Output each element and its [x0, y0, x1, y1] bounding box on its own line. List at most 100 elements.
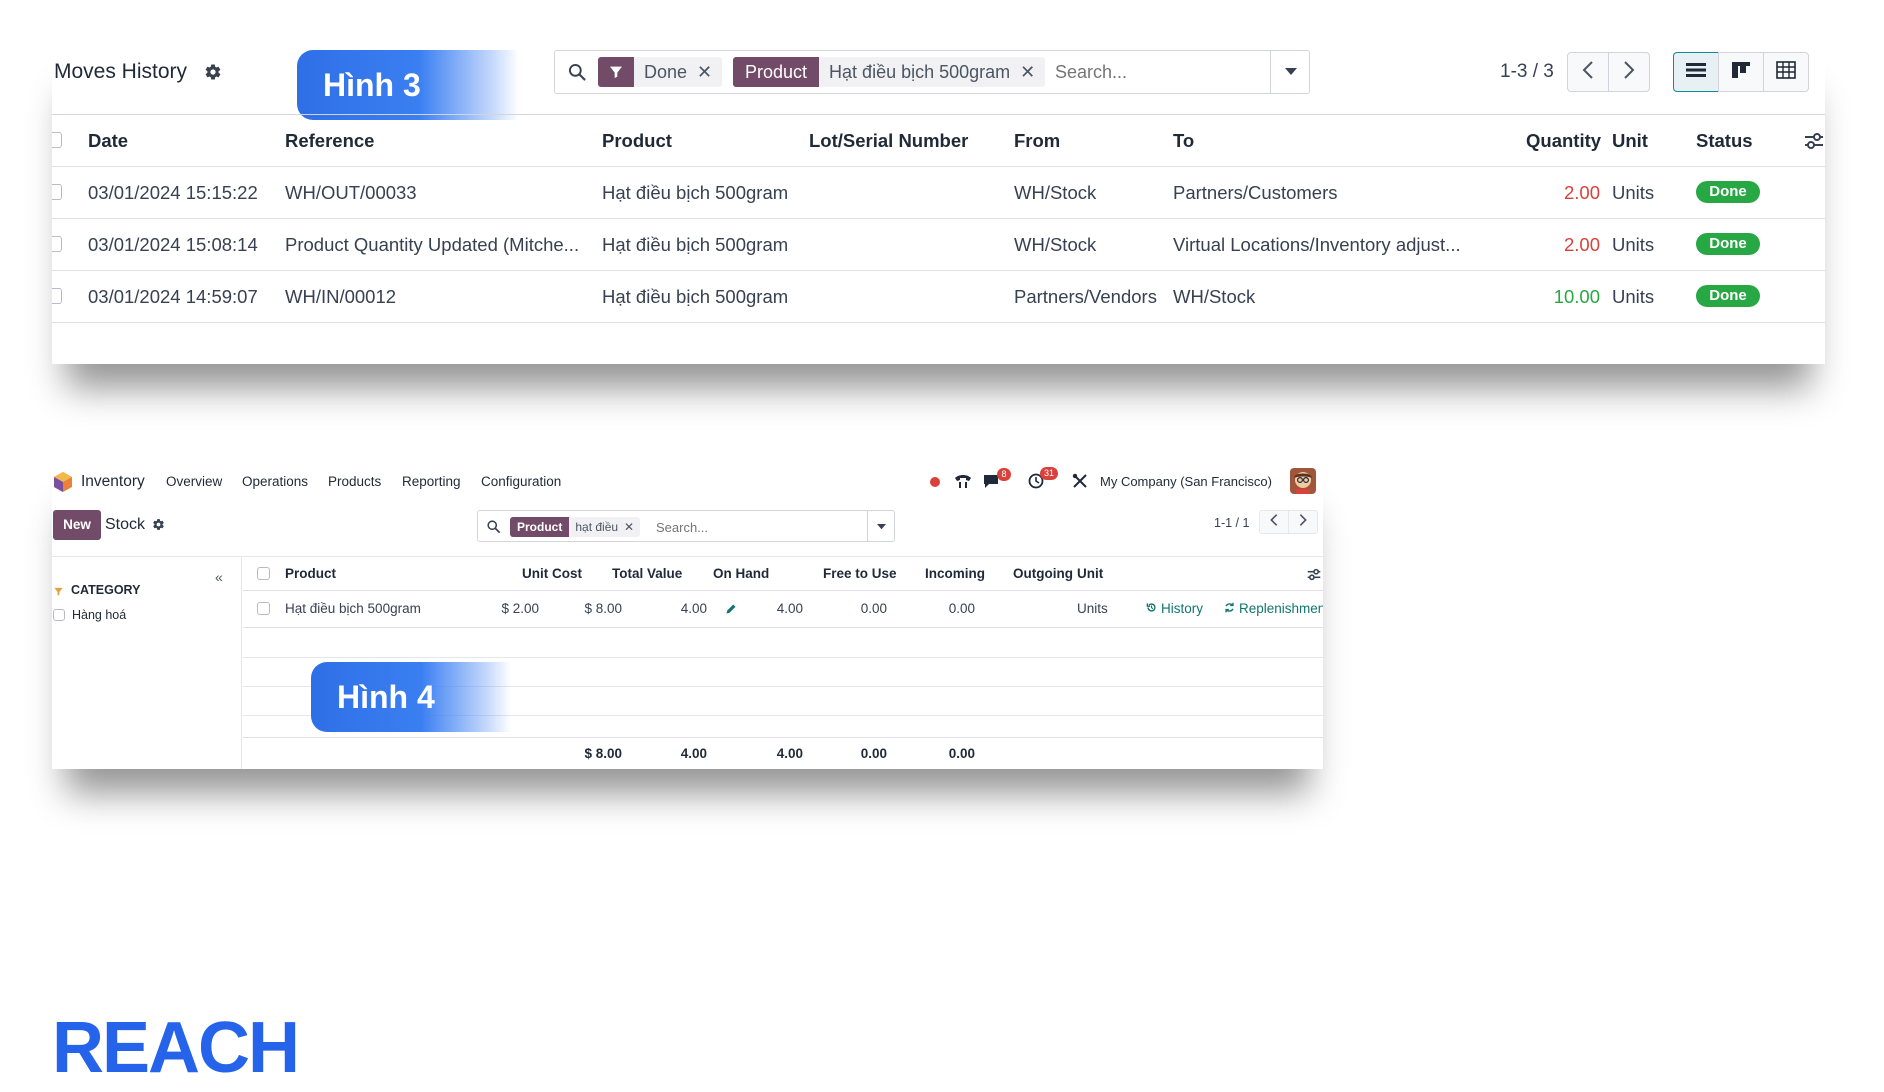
figure-badge: Hình 4: [311, 662, 511, 732]
menu-configuration[interactable]: Configuration: [481, 474, 561, 489]
status-badge: Done: [1696, 181, 1760, 203]
menu-operations[interactable]: Operations: [242, 474, 308, 489]
quantity-value: 2.00: [1563, 182, 1600, 203]
optional-columns-icon[interactable]: [1307, 568, 1321, 586]
category-label: CATEGORY: [71, 583, 141, 597]
column-header-unit[interactable]: Unit: [1077, 566, 1103, 581]
column-header-on-hand[interactable]: On Hand: [713, 566, 769, 581]
table-row[interactable]: Hạt điều bịch 500gram $ 2.00 $ 8.00 4.00…: [243, 591, 1323, 627]
category-panel: « CATEGORY Hàng hoá: [52, 557, 242, 769]
category-checkbox[interactable]: [53, 609, 65, 621]
column-header-status[interactable]: Status: [1696, 130, 1753, 152]
history-icon: [1146, 601, 1157, 616]
row-checkbox[interactable]: [52, 288, 62, 304]
incoming-sum: 0.00: [860, 746, 887, 761]
search-icon: [567, 62, 587, 87]
caret-down-icon: [1284, 63, 1297, 81]
filter-facet-product: Product Hạt điều bịch 500gram ✕: [733, 57, 1046, 87]
column-header-lot[interactable]: Lot/Serial Number: [809, 130, 968, 152]
row-checkbox[interactable]: [257, 602, 270, 615]
column-header-quantity[interactable]: Quantity: [1526, 130, 1601, 152]
category-item-hang-hoa[interactable]: Hàng hoá: [72, 608, 126, 622]
chevron-right-icon: [1623, 60, 1635, 84]
history-button[interactable]: History: [1146, 601, 1203, 616]
replenishment-button[interactable]: Replenishment: [1224, 601, 1323, 616]
chevron-left-icon: [1270, 513, 1278, 531]
pivot-view-button[interactable]: [1763, 52, 1809, 92]
filter-facet-done: Done ✕: [598, 57, 723, 87]
chevron-right-icon: [1299, 513, 1307, 531]
remove-filter-icon[interactable]: ✕: [624, 520, 640, 534]
column-header-to[interactable]: To: [1173, 130, 1194, 152]
chat-count-badge: 8: [997, 468, 1011, 481]
search-icon: [486, 519, 501, 539]
search-bar[interactable]: Product hạt điều ✕: [477, 510, 895, 542]
status-badge: Done: [1696, 233, 1760, 255]
select-all-checkbox[interactable]: [257, 567, 270, 580]
menu-overview[interactable]: Overview: [166, 474, 222, 489]
select-all-checkbox[interactable]: [52, 132, 62, 148]
page-title: Moves History: [54, 60, 188, 83]
outgoing-sum: 0.00: [948, 746, 975, 761]
figure-badge: Hình 3: [297, 50, 519, 120]
quantity-value: 10.00: [1553, 286, 1600, 307]
filter-facet-product: Product hạt điều ✕: [510, 517, 641, 537]
search-options-toggle[interactable]: [1270, 51, 1310, 93]
company-switcher[interactable]: My Company (San Francisco): [1100, 474, 1272, 489]
tools-icon[interactable]: [1072, 473, 1088, 494]
column-header-total-value[interactable]: Total Value: [612, 566, 682, 581]
row-checkbox[interactable]: [52, 236, 62, 252]
column-header-from[interactable]: From: [1014, 130, 1060, 152]
new-button[interactable]: New: [53, 510, 101, 540]
phone-icon[interactable]: [954, 472, 972, 495]
total-value-sum: $ 8.00: [584, 746, 622, 761]
pager-next-button[interactable]: [1288, 510, 1318, 534]
search-input[interactable]: [656, 517, 856, 537]
app-logo-icon[interactable]: [54, 472, 72, 497]
list-view-button[interactable]: [1673, 52, 1719, 92]
gear-icon[interactable]: [204, 63, 222, 86]
column-header-product[interactable]: Product: [285, 566, 336, 581]
search-input[interactable]: [1055, 59, 1265, 85]
row-checkbox[interactable]: [52, 184, 62, 200]
table-icon: [1776, 60, 1796, 84]
gear-icon[interactable]: [152, 518, 165, 536]
funnel-icon: [53, 584, 64, 602]
page-title: Stock: [105, 516, 146, 533]
column-header-free-to-use[interactable]: Free to Use: [823, 566, 897, 581]
activity-count-badge: 31: [1040, 467, 1058, 480]
quantity-value: 2.00: [1563, 234, 1600, 255]
avatar[interactable]: [1290, 468, 1316, 494]
pager-previous-button[interactable]: [1567, 52, 1609, 92]
optional-columns-icon[interactable]: [1804, 132, 1824, 155]
search-bar[interactable]: Done ✕ Product Hạt điều bịch 500gram ✕: [554, 50, 1310, 94]
column-header-outgoing[interactable]: Outgoing: [1013, 566, 1073, 581]
column-header-reference[interactable]: Reference: [285, 130, 374, 152]
remove-filter-icon[interactable]: ✕: [697, 62, 722, 83]
remove-filter-icon[interactable]: ✕: [1020, 62, 1045, 83]
column-header-date[interactable]: Date: [88, 130, 128, 152]
chevron-left-icon: [1582, 60, 1594, 84]
table-row[interactable]: 03/01/2024 15:15:22 WH/OUT/00033 Hạt điề…: [52, 167, 1825, 218]
search-options-toggle[interactable]: [867, 511, 895, 541]
column-header-incoming[interactable]: Incoming: [925, 566, 985, 581]
menu-products[interactable]: Products: [328, 474, 381, 489]
list-icon: [1686, 62, 1706, 83]
pager-previous-button[interactable]: [1259, 510, 1289, 534]
table-row[interactable]: 03/01/2024 15:08:14 Product Quantity Upd…: [52, 219, 1825, 270]
kanban-view-button[interactable]: [1718, 52, 1764, 92]
column-header-product[interactable]: Product: [602, 130, 672, 152]
pager-value[interactable]: 1-3 / 3: [1500, 61, 1554, 83]
table-row[interactable]: 03/01/2024 14:59:07 WH/IN/00012 Hạt điều…: [52, 271, 1825, 322]
collapse-panel-icon[interactable]: «: [215, 569, 223, 585]
pager-next-button[interactable]: [1608, 52, 1650, 92]
column-header-unit-cost[interactable]: Unit Cost: [522, 566, 582, 581]
kanban-icon: [1731, 61, 1751, 84]
column-header-unit[interactable]: Unit: [1612, 130, 1648, 152]
menu-reporting[interactable]: Reporting: [402, 474, 461, 489]
inventory-stock-panel: Inventory Overview Operations Products R…: [52, 462, 1323, 769]
pager-value[interactable]: 1-1 / 1: [1214, 516, 1249, 530]
recording-dot-icon[interactable]: [930, 477, 940, 487]
app-name[interactable]: Inventory: [81, 473, 145, 491]
brand-logo: REACH: [52, 1008, 300, 1088]
